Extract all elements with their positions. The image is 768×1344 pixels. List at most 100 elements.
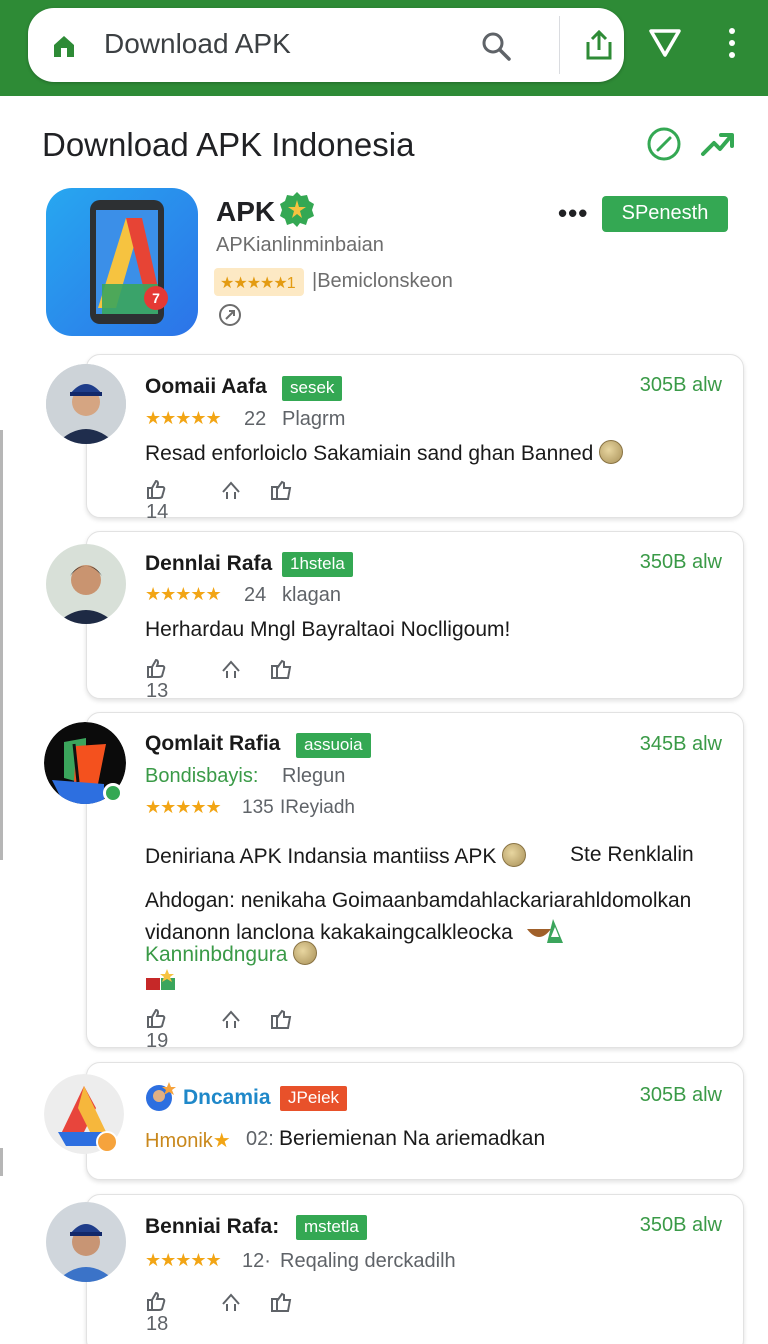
verified-badge-icon xyxy=(280,192,314,227)
review-author[interactable]: Oomaii Aafa xyxy=(145,375,267,399)
avatar[interactable] xyxy=(46,1202,126,1282)
review-label-text: Hmonik xyxy=(145,1130,213,1152)
review-time: 350B alw xyxy=(639,551,722,573)
thumbs-up-icon xyxy=(147,658,166,678)
review-time: 305B alw xyxy=(639,1084,722,1106)
like-count: 14 xyxy=(146,501,169,523)
more-options-icon[interactable]: ••• xyxy=(558,198,588,229)
online-status-dot xyxy=(103,783,123,803)
scroll-edge xyxy=(0,1148,3,1176)
review-time: 345B alw xyxy=(639,733,722,755)
url-bar[interactable]: Download APK xyxy=(28,8,624,82)
review-text-line: Ahdogan: nenikaha Goimaanbamdahlackariar… xyxy=(145,889,692,912)
review-author[interactable]: Qomlait Rafia xyxy=(145,732,280,756)
user-avatar-icon xyxy=(46,1202,126,1282)
review-label: Hmonik★ xyxy=(145,1128,231,1153)
share-arrow-icon[interactable] xyxy=(220,1009,242,1029)
share-arrow-icon[interactable] xyxy=(220,659,242,679)
phone-logo-icon: 7 xyxy=(90,200,168,324)
like-button[interactable]: 18 xyxy=(146,1290,168,1336)
review-tag: 1hstela xyxy=(282,552,353,577)
thumbs-up-icon xyxy=(147,1008,166,1028)
review-meta: klagan xyxy=(282,584,341,606)
app-icon-badge: 7 xyxy=(152,290,160,306)
review-stars: ★★★★★ xyxy=(145,584,222,604)
thumbs-up-icon xyxy=(147,479,166,499)
filter-icon[interactable] xyxy=(648,26,682,60)
bowl-emoji-icon xyxy=(526,919,563,943)
review-count: 02: xyxy=(246,1128,274,1150)
review-count: 135 xyxy=(242,797,274,818)
browser-toolbar: Download APK xyxy=(0,0,768,96)
thumbs-up-icon xyxy=(147,1291,166,1311)
app-action-button[interactable]: SPenesth xyxy=(602,196,728,232)
review-author[interactable]: Dncamia xyxy=(183,1086,271,1110)
review-star: ★ xyxy=(212,1130,231,1152)
review-subtitle-meta: Rlegun xyxy=(282,765,346,787)
reply-icon[interactable] xyxy=(270,1008,292,1030)
share-arrow-icon[interactable] xyxy=(220,1292,242,1312)
avatar[interactable] xyxy=(46,544,126,624)
edit-icon[interactable] xyxy=(646,126,682,162)
review-subtitle: Bondisbayis: xyxy=(145,765,259,787)
coin-emoji-icon xyxy=(599,440,624,464)
review-time: 350B alw xyxy=(639,1214,722,1236)
reply-icon[interactable] xyxy=(270,1291,292,1313)
review-text-body: Kanninbdngura xyxy=(145,943,288,966)
review-stars: ★★★★★ xyxy=(145,1250,222,1270)
like-button[interactable]: 14 xyxy=(146,478,168,524)
coin-emoji-icon xyxy=(502,843,527,867)
app-rating-chip: ★★★★★1 xyxy=(214,268,304,296)
review-meta: Reqaling derckadilh xyxy=(280,1250,456,1272)
divider xyxy=(559,16,560,74)
share-icon[interactable] xyxy=(582,28,616,62)
review-text: Beriemienan Na ariemadkan xyxy=(279,1127,546,1150)
review-text: Deniriana APK Indansia mantiiss APK xyxy=(145,843,527,869)
app-name: APK xyxy=(216,196,276,227)
review-time: 305B alw xyxy=(639,374,722,396)
gift-emoji-icon xyxy=(146,969,175,990)
like-count: 18 xyxy=(146,1313,169,1335)
review-text-body: Deniriana APK Indansia mantiiss APK xyxy=(145,845,497,868)
review-author[interactable]: Dennlai Rafa xyxy=(145,552,272,576)
review-meta: IReyiadh xyxy=(280,797,355,818)
url-text[interactable]: Download APK xyxy=(104,28,291,60)
review-stars: ★★★★★ xyxy=(145,797,222,817)
home-icon[interactable] xyxy=(50,32,78,60)
review-text-line: Kanninbdngura xyxy=(145,941,318,967)
review-card xyxy=(86,712,744,1048)
like-button[interactable]: 13 xyxy=(146,657,168,703)
user-avatar-icon xyxy=(146,1082,176,1111)
avatar-badge-icon xyxy=(96,1131,118,1153)
info-icon[interactable] xyxy=(218,303,242,327)
review-author[interactable]: Benniai Rafa: xyxy=(145,1215,279,1239)
app-developer[interactable]: APKianlinminbaian xyxy=(216,234,384,257)
review-tag: JPeiek xyxy=(280,1086,348,1111)
user-avatar-icon xyxy=(46,544,126,624)
reply-icon[interactable] xyxy=(270,479,292,501)
review-card xyxy=(86,1062,744,1180)
coin-emoji-icon xyxy=(293,941,318,965)
reply-icon[interactable] xyxy=(270,658,292,680)
like-button[interactable]: 19 xyxy=(146,1007,168,1053)
user-avatar-icon xyxy=(46,364,126,444)
review-text-extra: Ste Renklalin xyxy=(570,843,694,866)
like-count: 13 xyxy=(146,680,169,702)
page-title: Download APK Indonesia xyxy=(42,126,415,163)
app-rating-label: |Bemiclonskeon xyxy=(312,270,453,292)
share-arrow-icon[interactable] xyxy=(220,480,242,500)
review-text: Herhardau Mngl Bayraltaoi Noclligoum! xyxy=(145,618,511,641)
review-text-body: Resad enforloiclo Sakamiain sand ghan Ba… xyxy=(145,442,594,465)
review-tag: assuoia xyxy=(296,733,371,758)
app-icon[interactable]: 7 xyxy=(46,188,198,336)
like-count: 19 xyxy=(146,1030,169,1052)
review-count: 24 xyxy=(244,584,267,606)
review-text: Resad enforloiclo Sakamiain sand ghan Ba… xyxy=(145,440,624,466)
review-count: 22 xyxy=(244,408,267,430)
more-vert-icon[interactable] xyxy=(722,26,742,60)
review-tag: sesek xyxy=(282,376,343,401)
avatar[interactable] xyxy=(46,364,126,444)
trending-arrow-icon[interactable] xyxy=(700,128,736,160)
search-icon[interactable] xyxy=(480,30,512,62)
review-tag: mstetla xyxy=(296,1215,367,1240)
